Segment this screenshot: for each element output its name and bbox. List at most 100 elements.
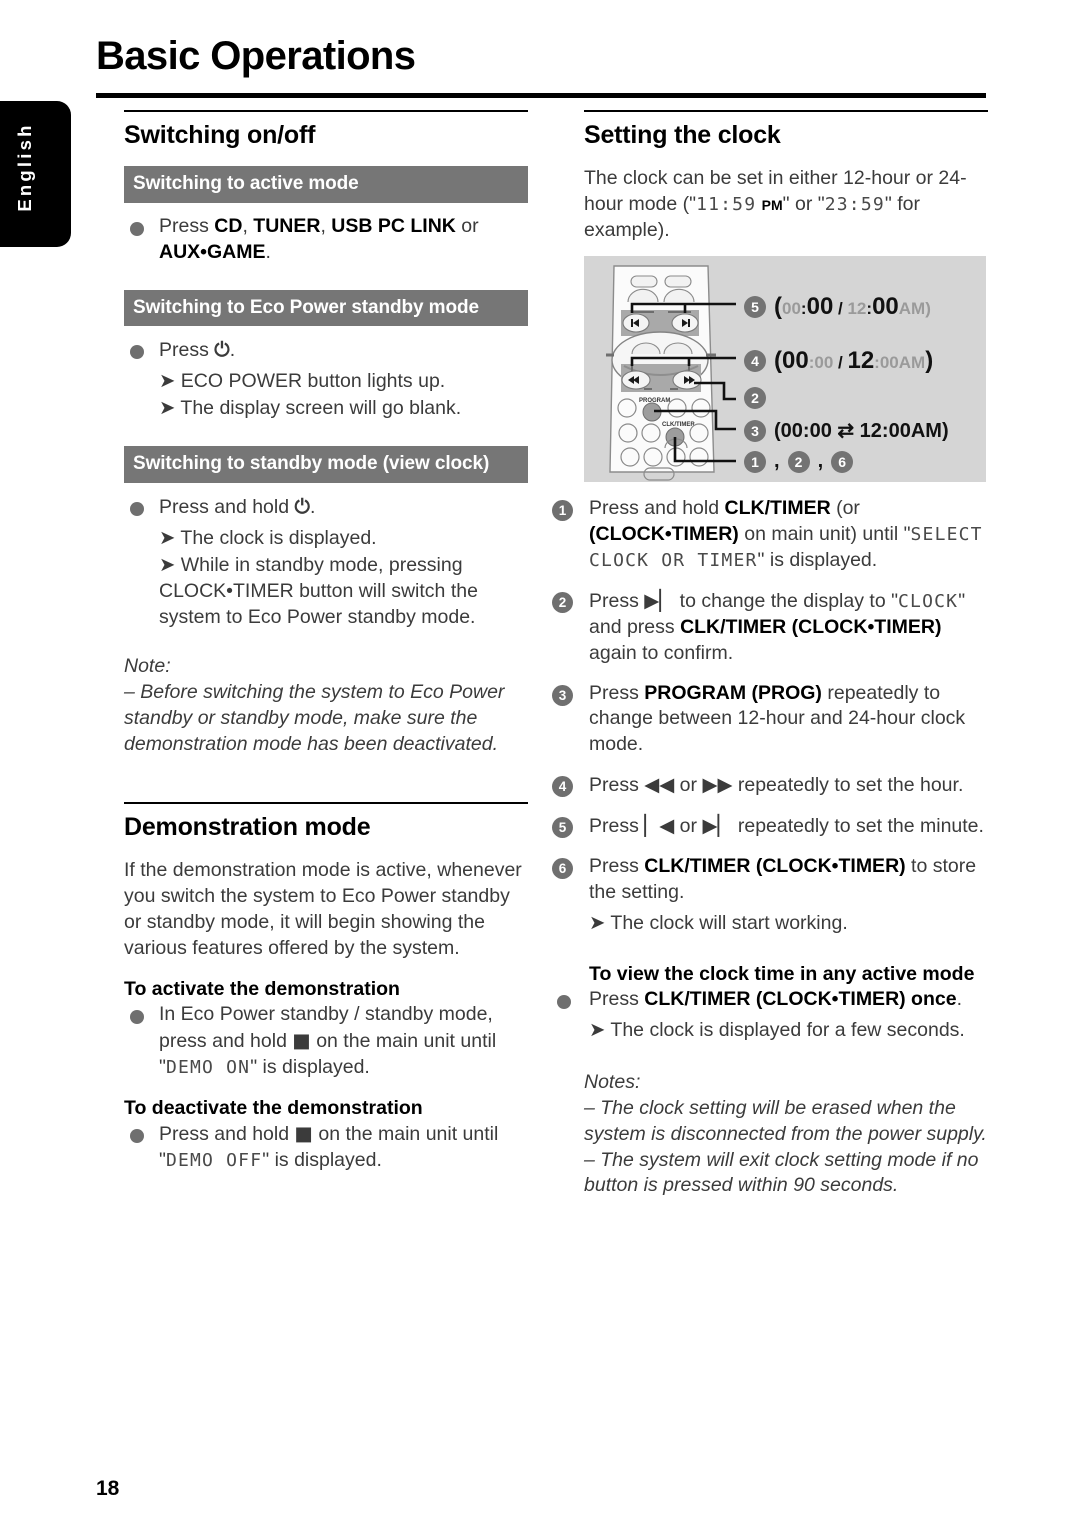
demonstration-intro: If the demonstration mode is active, whe… xyxy=(124,859,522,959)
power-icon: ⏻ xyxy=(214,338,230,362)
bullet-activate-demo: In Eco Power standby / standby mode, pre… xyxy=(124,1002,528,1081)
button-tuner: TUNER xyxy=(253,214,321,237)
arrow-icon: ➤ xyxy=(589,910,606,934)
callout-group-1-2-6: 1 , 2 , 6 xyxy=(744,450,854,473)
section-divider xyxy=(584,110,988,112)
callout-number: 1 xyxy=(744,450,766,473)
diagram-callouts: 5 (00:00 / 12:00AM) 4 (00:00 / 12:00AM) … xyxy=(744,256,986,482)
text: on main unit) until " xyxy=(738,522,911,545)
subhead-deactivate-demo: To deactivate the demonstration xyxy=(124,1096,423,1119)
subhead-activate-demo: To activate the demonstration xyxy=(124,977,400,1000)
bullet-view-clock: Press CLK/TIMER (CLOCK•TIMER) once. xyxy=(551,987,991,1013)
language-tab-label: English xyxy=(13,122,35,212)
bullet-press-power: Press ⏻. xyxy=(124,337,528,364)
result-text: The clock is displayed. xyxy=(180,526,377,549)
text: " is displayed. xyxy=(250,1055,370,1078)
callout-3: 3 (00:00 ⇄ 12:00AM) xyxy=(744,418,949,443)
sep: . xyxy=(309,495,316,518)
button-clock-timer-main: (CLOCK•TIMER) xyxy=(589,522,739,545)
text: to change the display to " xyxy=(674,589,899,612)
button-clk-timer-full: CLK/TIMER (CLOCK•TIMER) xyxy=(644,855,906,878)
lcd-clock: CLOCK xyxy=(898,590,959,612)
result-standby-clocktimer: ➤ While in standby mode, pressing CLOCK•… xyxy=(124,552,528,631)
notes-label: Notes: xyxy=(584,1070,641,1093)
text: Press and hold xyxy=(589,497,725,519)
step-2: 2 Press ▶▏ to change the display to "CLO… xyxy=(551,588,991,667)
text: Press xyxy=(589,681,645,704)
result-text: The clock will start working. xyxy=(610,911,848,934)
result-text: The clock is displayed for a few seconds… xyxy=(610,1018,965,1041)
button-program-prog: PROGRAM (PROG) xyxy=(644,681,822,704)
note-text: – Before switching the system to Eco Pow… xyxy=(124,681,505,756)
text: " is displayed. xyxy=(757,548,878,571)
text-press-hold: Press and hold xyxy=(159,495,290,518)
stop-square-icon: ■ xyxy=(294,1121,313,1145)
step-number: 1 xyxy=(552,500,573,521)
callout-number: 4 xyxy=(744,350,766,372)
text: Press xyxy=(589,774,645,797)
arrow-icon: ➤ xyxy=(159,525,176,549)
button-clk-timer: CLK/TIMER xyxy=(680,615,787,638)
sep: , xyxy=(242,214,254,237)
text: repeatedly to set the minute. xyxy=(732,815,984,838)
callout-5: 5 (00:00 / 12:00AM) xyxy=(744,293,931,321)
result-text: The display screen will go blank. xyxy=(180,397,462,420)
left-column: Switching on/off Switching to active mod… xyxy=(124,110,528,1177)
sep: or xyxy=(455,214,479,237)
clock-intro: The clock can be set in either 12-hour o… xyxy=(584,166,988,244)
manual-page: English Basic Operations Switching on/of… xyxy=(0,0,1080,1529)
arrow-icon: ➤ xyxy=(159,396,176,420)
lcd-2359: 23:59 xyxy=(824,193,885,215)
section-heading-setting-the-clock: Setting the clock xyxy=(584,121,781,149)
lcd-1159: 11:59 xyxy=(696,193,757,215)
clock-setting-steps: 1 Press and hold CLK/TIMER (or (CLOCK•TI… xyxy=(551,496,991,1199)
callout-number: 2 xyxy=(787,450,810,473)
arrow-icon: ➤ xyxy=(159,552,176,576)
subsection-bar-eco-power-standby: Switching to Eco Power standby mode xyxy=(124,289,528,327)
button-clock-timer-main: (CLOCK•TIMER) xyxy=(791,615,942,638)
fast-forward-icon: ▶▶ xyxy=(702,773,733,797)
lcd-demo-on: DEMO ON xyxy=(165,1056,251,1078)
text: Press xyxy=(589,815,645,838)
text: " is displayed. xyxy=(262,1148,382,1171)
result-clock-displayed: ➤ The clock is displayed. xyxy=(124,525,528,552)
step-number: 4 xyxy=(552,776,573,798)
result-clock-displayed-seconds: ➤ The clock is displayed for a few secon… xyxy=(551,1017,991,1044)
callout-2: 2 xyxy=(744,387,766,409)
bullet-deactivate-demo: Press and hold ■ on the main unit until … xyxy=(124,1121,528,1174)
section-divider xyxy=(124,110,528,112)
callout-number: 3 xyxy=(744,419,766,442)
page-title: Basic Operations xyxy=(96,34,416,78)
button-clk-timer: CLK/TIMER xyxy=(724,497,831,519)
svg-text:CLK/TIMER: CLK/TIMER xyxy=(662,422,695,428)
text: or xyxy=(674,774,703,797)
text-press: Press xyxy=(159,339,209,362)
result-text: While in standby mode, pressing CLOCK•TI… xyxy=(159,553,478,628)
sep: , xyxy=(320,214,332,237)
button-aux-game: AUX•GAME xyxy=(159,240,266,263)
callout-value-minutes: (00:00 / 12:00AM) xyxy=(774,293,931,320)
subsection-bar-active-mode: Switching to active mode xyxy=(124,166,528,203)
result-display-blank: ➤ The display screen will go blank. xyxy=(124,395,528,422)
language-tab-english: English xyxy=(0,101,71,247)
previous-track-icon: ▏◀ xyxy=(644,814,675,838)
label-pm: PM xyxy=(761,196,783,213)
bullet-press-hold-power: Press and hold ⏻. xyxy=(124,494,528,521)
step-number: 2 xyxy=(552,591,573,613)
section-divider xyxy=(124,802,528,805)
callout-4: 4 (00:00 / 12:00AM) xyxy=(744,347,933,375)
callout-value-hours: (00:00 / 12:00AM) xyxy=(774,347,934,374)
step-5: 5 Press ▏◀ or ▶▏ repeatedly to set the m… xyxy=(551,813,991,840)
note-item-2: – The system will exit clock setting mod… xyxy=(584,1148,979,1197)
text: repeatedly to set the hour. xyxy=(732,774,964,797)
notes-block: Notes: – The clock setting will be erase… xyxy=(551,1070,991,1200)
lcd-demo-off: DEMO OFF xyxy=(165,1149,263,1171)
text: " or " xyxy=(782,192,825,215)
bullet-press-sources: Press CD, TUNER, USB PC LINK or AUX•GAME… xyxy=(124,214,528,266)
sep: . xyxy=(229,339,236,362)
text: Press and hold xyxy=(159,1122,295,1145)
arrow-icon: ➤ xyxy=(159,369,176,393)
remote-control-diagram: PROGRAM CLK/TIMER 5 (00:00 / 12:00AM) 4 … xyxy=(584,256,986,482)
text: Press xyxy=(589,987,645,1010)
step-number: 5 xyxy=(552,817,573,839)
